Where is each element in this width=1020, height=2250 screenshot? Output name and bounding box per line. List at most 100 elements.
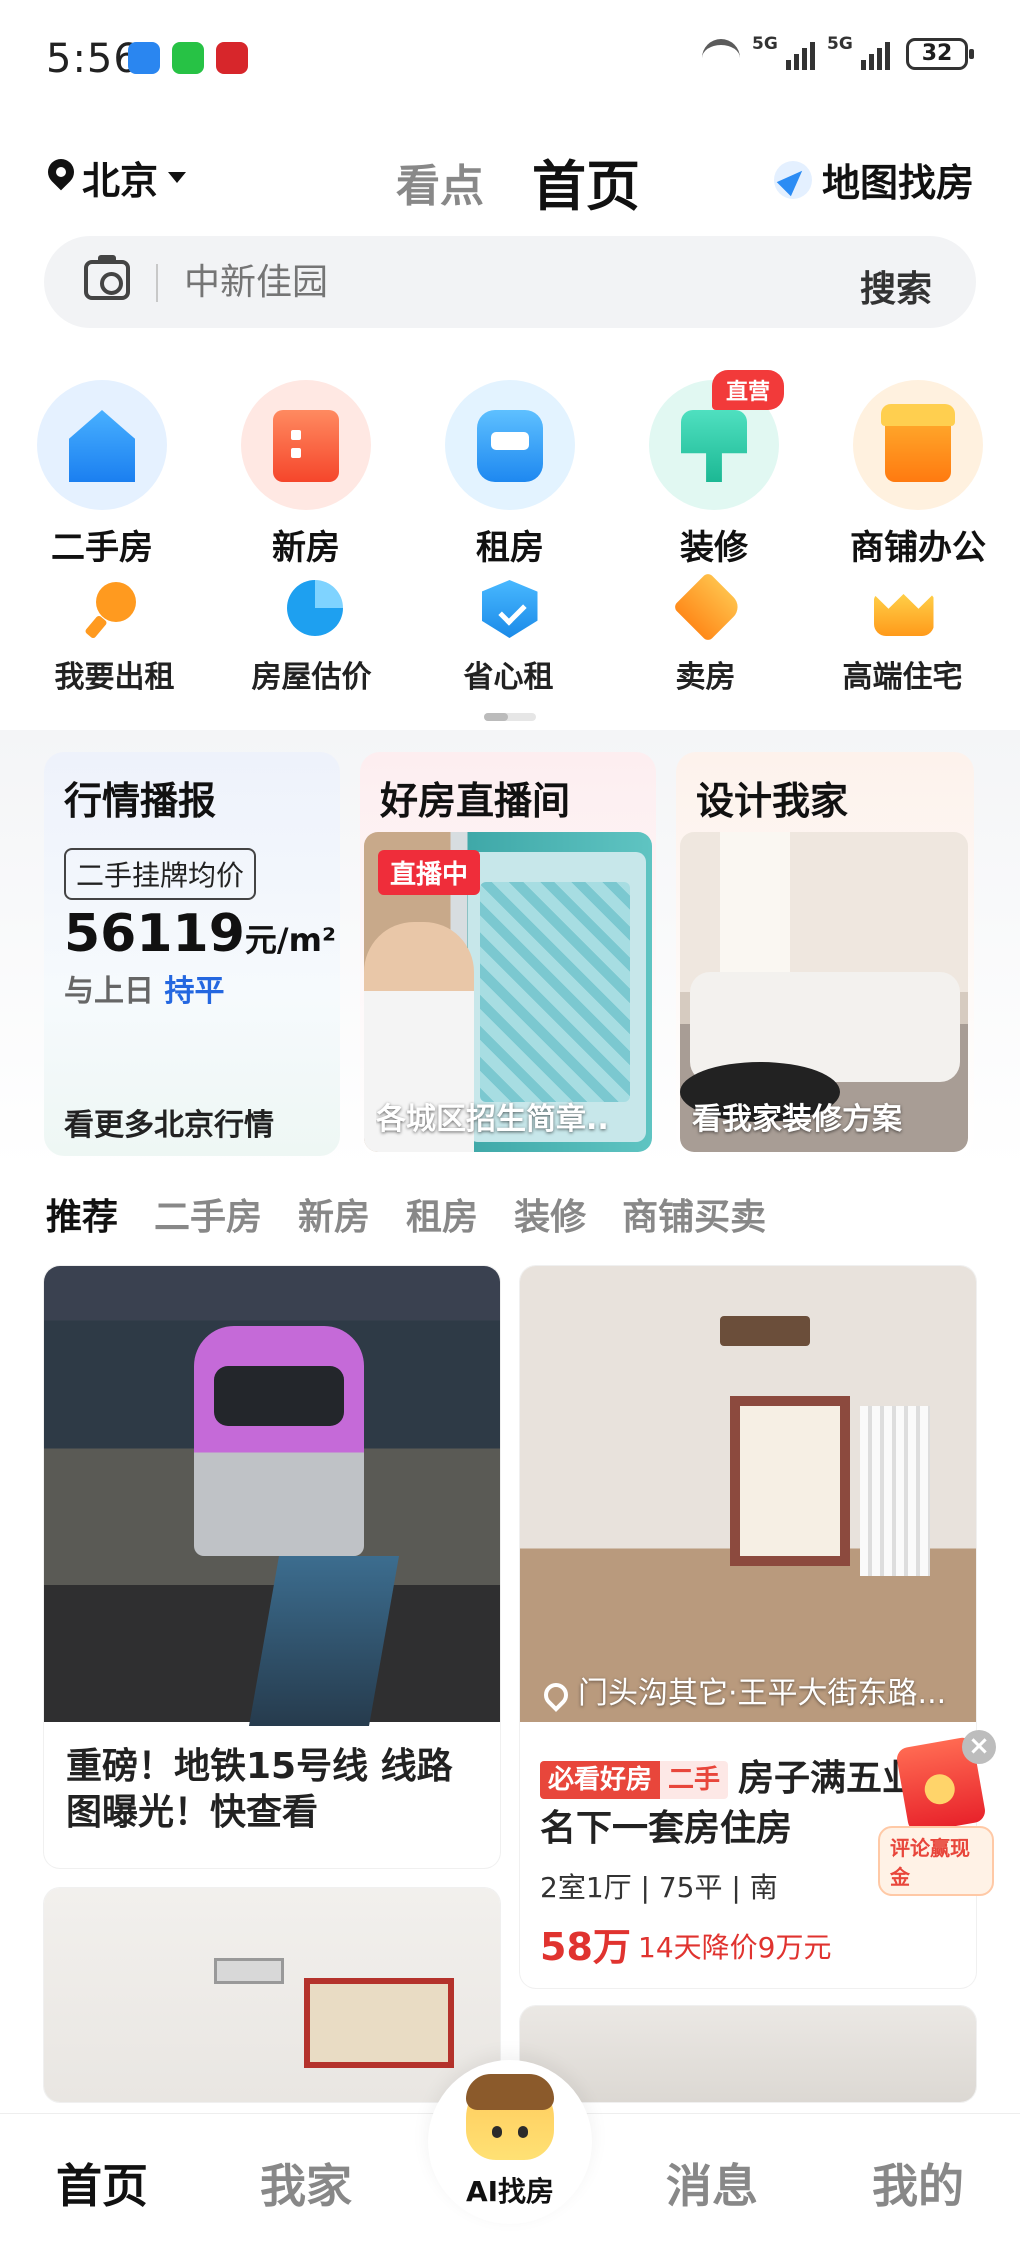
entry-new-home[interactable]: 新房 xyxy=(204,380,408,569)
entry-easy-rent[interactable]: 省心租 xyxy=(410,580,607,696)
location-pin-icon xyxy=(46,159,76,197)
page-indicator xyxy=(484,713,536,721)
entry-label: 新房 xyxy=(272,528,340,568)
entry-rent-out[interactable]: 我要出租 xyxy=(16,580,213,696)
entry-label: 装修 xyxy=(680,528,748,568)
design-title: 设计我家 xyxy=(696,779,849,823)
live-title: 好房直播间 xyxy=(380,779,571,823)
status-bar: 5:56 5G 5G 32 xyxy=(0,0,1020,120)
pie-chart-icon xyxy=(279,580,345,640)
listing-location: 门头沟其它·王平大街东路... xyxy=(544,1668,964,1712)
nav-home[interactable]: 首页 xyxy=(56,2150,148,2216)
wifi-icon xyxy=(702,39,740,69)
notification-icons xyxy=(128,42,248,74)
market-report-card[interactable]: 行情播报 二手挂牌均价 56119元/m² 与上日 持平 看更多北京行情 xyxy=(44,752,340,1156)
camera-icon[interactable] xyxy=(84,255,130,300)
listing-average-chip: 二手挂牌均价 xyxy=(64,848,257,900)
top-header: 北京 看点 首页 地图找房 xyxy=(0,130,1020,220)
price-compare: 与上日 持平 xyxy=(64,966,224,1010)
platform-image xyxy=(249,1556,399,1726)
signal-icon-2: 5G xyxy=(827,34,890,70)
feed-grid: 重磅！地铁15号线 线路图曝光！快查看 门头沟其它·王平大街东路... 必看好房… xyxy=(0,1262,1020,2102)
entry-label: 租房 xyxy=(476,528,544,568)
ceiling-lamp-image xyxy=(720,1316,810,1346)
entry-sell[interactable]: 卖房 xyxy=(607,571,804,696)
entry-label: 高端住宅 xyxy=(842,660,963,695)
price-cut-note: 14天降价9万元 xyxy=(638,1931,832,1964)
entry-valuation[interactable]: 房屋估价 xyxy=(213,580,410,696)
entry-label: 商铺办公 xyxy=(850,528,986,568)
map-search-button[interactable]: 地图找房 xyxy=(773,152,974,207)
entry-second-hand[interactable]: 二手房 xyxy=(0,380,204,569)
wechat-icon xyxy=(172,42,204,74)
news-title: 重磅！地铁15号线 线路图曝光！快查看 xyxy=(66,1746,453,1833)
tab-decoration[interactable]: 装修 xyxy=(514,1188,586,1240)
entry-luxury[interactable]: 高端住宅 xyxy=(804,580,1001,696)
news-card[interactable]: 重磅！地铁15号线 线路图曝光！快查看 xyxy=(44,1266,500,1868)
tab-new-home[interactable]: 新房 xyxy=(298,1188,370,1240)
mascot-icon xyxy=(466,2074,554,2160)
compare-prefix: 与上日 xyxy=(64,974,154,1009)
promo-label: 评论赢现金 xyxy=(878,1826,994,1896)
radiator-image xyxy=(860,1406,930,1576)
shop-icon xyxy=(853,380,983,510)
nav-my-home[interactable]: 我家 xyxy=(260,2150,352,2216)
room-photo-2 xyxy=(44,1888,500,2102)
live-caption: 各城区招生简章.. xyxy=(376,1102,609,1137)
entry-shop-office[interactable]: 商铺办公 xyxy=(816,380,1020,569)
navigation-arrow-icon xyxy=(773,160,812,199)
average-price: 56119元/m² xyxy=(64,904,336,964)
design-home-card[interactable]: 设计我家 看我家装修方案 xyxy=(676,752,974,1156)
listing-card-2[interactable] xyxy=(44,1888,500,2102)
average-price-value: 56119 xyxy=(64,904,245,964)
listing-spec: 2室1厅 | 75平 | 南 xyxy=(540,1871,778,1904)
room-photo-3 xyxy=(520,2006,976,2102)
category-tabs: 推荐 二手房 新房 租房 装修 商铺买卖 xyxy=(46,1188,766,1240)
compare-value: 持平 xyxy=(164,974,225,1009)
design-caption: 看我家装修方案 xyxy=(692,1102,902,1137)
window-image xyxy=(730,1396,850,1566)
tab-home[interactable]: 首页 xyxy=(532,142,640,221)
entry-rent[interactable]: 租房 xyxy=(408,380,612,569)
entry-label: 卖房 xyxy=(675,660,736,695)
entry-label: 我要出租 xyxy=(54,660,175,695)
wall-painting-image xyxy=(304,1978,454,2068)
tab-shop-trade[interactable]: 商铺买卖 xyxy=(622,1188,766,1240)
caret-down-icon xyxy=(168,172,187,183)
more-market-link[interactable]: 看更多北京行情 xyxy=(64,1100,274,1144)
comment-cash-promo[interactable]: 评论赢现金 × xyxy=(878,1730,996,1896)
city-name: 北京 xyxy=(82,159,159,203)
listing-card-3[interactable] xyxy=(520,2006,976,2102)
key-icon xyxy=(82,580,148,640)
search-divider xyxy=(156,264,158,302)
system-indicators: 5G 5G 32 xyxy=(702,34,974,70)
crown-icon xyxy=(870,580,936,640)
nav-ai-search[interactable]: AI找房 xyxy=(428,2060,592,2224)
live-room-card[interactable]: 好房直播间 直播中 各城区招生简章.. xyxy=(360,752,656,1156)
subway-photo xyxy=(44,1266,500,1726)
shield-check-icon xyxy=(476,580,542,640)
design-thumbnail: 看我家装修方案 xyxy=(680,832,968,1152)
tab-kandian[interactable]: 看点 xyxy=(396,150,484,214)
average-price-unit: 元/m² xyxy=(244,921,336,959)
market-title: 行情播报 xyxy=(64,779,217,823)
nav-messages[interactable]: 消息 xyxy=(666,2150,758,2216)
chat-app-icon xyxy=(128,42,160,74)
search-input[interactable] xyxy=(184,254,744,310)
city-selector[interactable]: 北京 xyxy=(46,150,187,205)
status-time: 5:56 xyxy=(46,36,140,82)
signal-label-1: 5G xyxy=(752,34,778,54)
signal-label-2: 5G xyxy=(827,34,853,54)
tab-second-hand[interactable]: 二手房 xyxy=(154,1188,262,1240)
house-icon xyxy=(37,380,167,510)
ai-search-label: AI找房 xyxy=(465,2175,555,2208)
map-search-label: 地图找房 xyxy=(821,161,974,205)
secondary-entry-row: 我要出租 房屋估价 省心租 卖房 高端住宅 xyxy=(0,571,1020,696)
nav-mine[interactable]: 我的 xyxy=(872,2150,964,2216)
tab-recommend[interactable]: 推荐 xyxy=(46,1188,118,1240)
tab-rent[interactable]: 租房 xyxy=(406,1188,478,1240)
search-button[interactable]: 搜索 xyxy=(860,260,932,312)
battery-indicator: 32 xyxy=(906,38,974,70)
close-icon[interactable]: × xyxy=(962,1730,996,1764)
news-app-icon xyxy=(216,42,248,74)
